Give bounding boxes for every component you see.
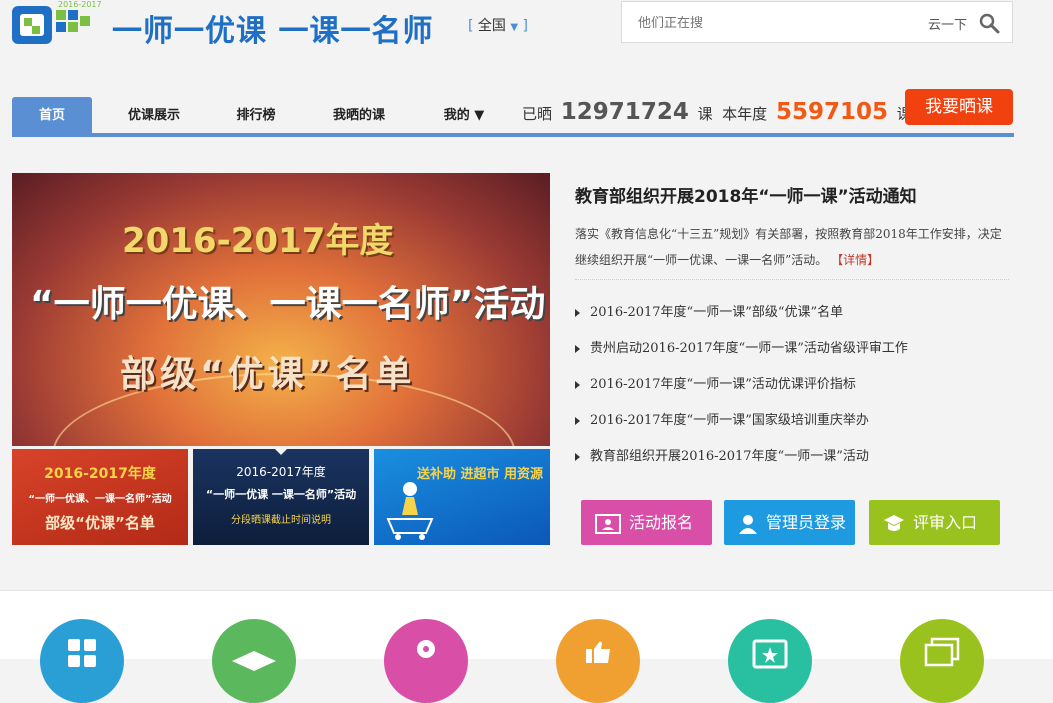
- tab-ranking[interactable]: 排行榜: [220, 97, 292, 133]
- thumb1-line1: 2016-2017年度: [44, 466, 156, 482]
- list-item-text: 2016-2017年度“一师一课”活动优课评价指标: [590, 377, 856, 392]
- thumb2-line1: 2016-2017年度: [236, 465, 326, 479]
- star-frame-icon: [752, 639, 788, 669]
- news-more-link[interactable]: 【详情】: [831, 253, 879, 267]
- logo-year: 2016-2017: [58, 0, 102, 9]
- bullet-icon: [575, 308, 580, 317]
- tab-mine[interactable]: 我的 ▼: [432, 97, 496, 133]
- stats-year-total: 5597105: [775, 99, 888, 125]
- search-input[interactable]: [636, 11, 900, 35]
- region-label: 全国: [477, 18, 506, 34]
- photos-icon: [924, 637, 960, 667]
- region-bracket-close: ]: [522, 18, 528, 34]
- site-header: 2016-2017 一师一优课 一课一名师 [ 全国 ▼ ] 云一下: [0, 0, 1053, 90]
- tab-showcase[interactable]: 优课展示: [114, 97, 194, 133]
- graduation-cap-icon: [884, 514, 904, 531]
- banner-thumb-3[interactable]: 送补助 进超市 用资源: [374, 449, 550, 545]
- bullet-icon: [575, 344, 580, 353]
- thumb2-line3: 分段晒课截止时间说明: [231, 515, 331, 526]
- feature-graduation[interactable]: [212, 619, 296, 703]
- thumb1-line3: 部级“优课”名单: [45, 514, 155, 532]
- list-item[interactable]: 贵州启动2016-2017年度“一师一课”活动省级评审工作: [575, 336, 1011, 372]
- site-slogan: 一师一优课 一课一名师: [112, 14, 434, 49]
- user-icon: [739, 514, 757, 534]
- banner-thumb-2[interactable]: 2016-2017年度 “一师一优课 一课一名师”活动 分段晒课截止时间说明: [193, 449, 369, 545]
- nav-underline: [12, 133, 1014, 137]
- news-headline[interactable]: 教育部组织开展2018年“一师一课”活动通知: [575, 182, 1011, 207]
- bullet-icon: [575, 416, 580, 425]
- banner-title: “一师一优课、一课一名师”活动: [30, 284, 546, 325]
- main-nav: 首页 优课展示 排行榜 我晒的课 我的 ▼ 已晒 12971724 课 本年度 …: [12, 89, 1014, 137]
- grid-icon: [68, 639, 96, 667]
- region-bracket-open: [: [468, 18, 474, 34]
- list-item[interactable]: 2016-2017年度“一师一课”部级“优课”名单: [575, 300, 1011, 336]
- feature-photos[interactable]: [900, 619, 984, 703]
- register-label: 活动报名: [629, 513, 694, 532]
- tab-my-courses[interactable]: 我晒的课: [322, 97, 396, 133]
- news-summary-text: 落实《教育信息化“十三五”规划》有关部署，按照教育部2018年工作安排，决定继续…: [575, 227, 1002, 267]
- thumb1-line2: “一师一优课、一课一名师”活动: [28, 494, 172, 505]
- search-hint[interactable]: 云一下: [928, 14, 967, 33]
- feature-thumb-up[interactable]: [556, 619, 640, 703]
- news-separator: [575, 279, 1009, 280]
- region-selector[interactable]: [ 全国 ▼ ]: [468, 15, 528, 35]
- banner-year: 2016-2017年度: [122, 221, 394, 261]
- feature-grid[interactable]: [40, 619, 124, 703]
- review-entry-label: 评审入口: [913, 513, 978, 532]
- list-item[interactable]: 2016-2017年度“一师一课”活动优课评价指标: [575, 372, 1011, 408]
- register-button[interactable]: 活动报名: [581, 500, 712, 545]
- stats-year-label: 本年度: [722, 105, 768, 123]
- thumb3-line1: 送补助 进超市 用资源: [416, 467, 544, 482]
- feature-star[interactable]: [728, 619, 812, 703]
- banner-subtitle: 部级“优课”名单: [120, 354, 416, 395]
- course-stats: 已晒 12971724 课 本年度 5597105 课: [522, 99, 912, 125]
- bullet-icon: [575, 380, 580, 389]
- thumb-up-icon: [586, 641, 610, 663]
- thumb2-line2: “一师一优课 一课一名师”活动: [205, 488, 357, 501]
- id-card-icon: [595, 513, 621, 534]
- graduation-cap-icon: [232, 651, 276, 671]
- list-item-text: 教育部组织开展2016-2017年度“一师一课”活动: [590, 449, 869, 464]
- search-box: 云一下: [621, 1, 1013, 43]
- bullet-icon: [575, 452, 580, 461]
- news-feature: 教育部组织开展2018年“一师一课”活动通知 落实《教育信息化“十三五”规划》有…: [575, 182, 1011, 280]
- shopping-cart-icon: [386, 482, 434, 540]
- review-entry-button[interactable]: 评审入口: [869, 500, 1000, 545]
- hero-banner[interactable]: 2016-2017年度 “一师一优课、一课一名师”活动 部级“优课”名单: [12, 173, 550, 446]
- list-item[interactable]: 2016-2017年度“一师一课”国家级培训重庆举办: [575, 408, 1011, 444]
- logo-icon[interactable]: 2016-2017: [12, 0, 104, 48]
- admin-login-button[interactable]: 管理员登录: [724, 500, 855, 545]
- news-list: 2016-2017年度“一师一课”部级“优课”名单 贵州启动2016-2017年…: [575, 300, 1011, 480]
- stats-total: 12971724: [560, 99, 689, 125]
- search-icon[interactable]: [978, 12, 1000, 34]
- stats-unit: 课: [697, 105, 713, 123]
- banner-thumb-1[interactable]: 2016-2017年度 “一师一优课、一课一名师”活动 部级“优课”名单: [12, 449, 188, 545]
- stats-prefix: 已晒: [522, 105, 553, 123]
- list-item[interactable]: 教育部组织开展2016-2017年度“一师一课”活动: [575, 444, 1011, 480]
- chevron-down-icon: ▼: [510, 22, 519, 33]
- admin-login-label: 管理员登录: [766, 513, 847, 532]
- list-item-text: 贵州启动2016-2017年度“一师一课”活动省级评审工作: [590, 341, 908, 356]
- active-thumb-indicator: [273, 449, 289, 455]
- feature-key[interactable]: [384, 619, 468, 703]
- show-course-button[interactable]: 我要晒课: [905, 89, 1013, 125]
- list-item-text: 2016-2017年度“一师一课”部级“优课”名单: [590, 305, 844, 320]
- list-item-text: 2016-2017年度“一师一课”国家级培训重庆举办: [590, 413, 869, 428]
- feature-section: [0, 590, 1053, 703]
- news-summary: 落实《教育信息化“十三五”规划》有关部署，按照教育部2018年工作安排，决定继续…: [575, 221, 1011, 273]
- tab-home[interactable]: 首页: [12, 97, 92, 133]
- key-icon: [417, 640, 435, 658]
